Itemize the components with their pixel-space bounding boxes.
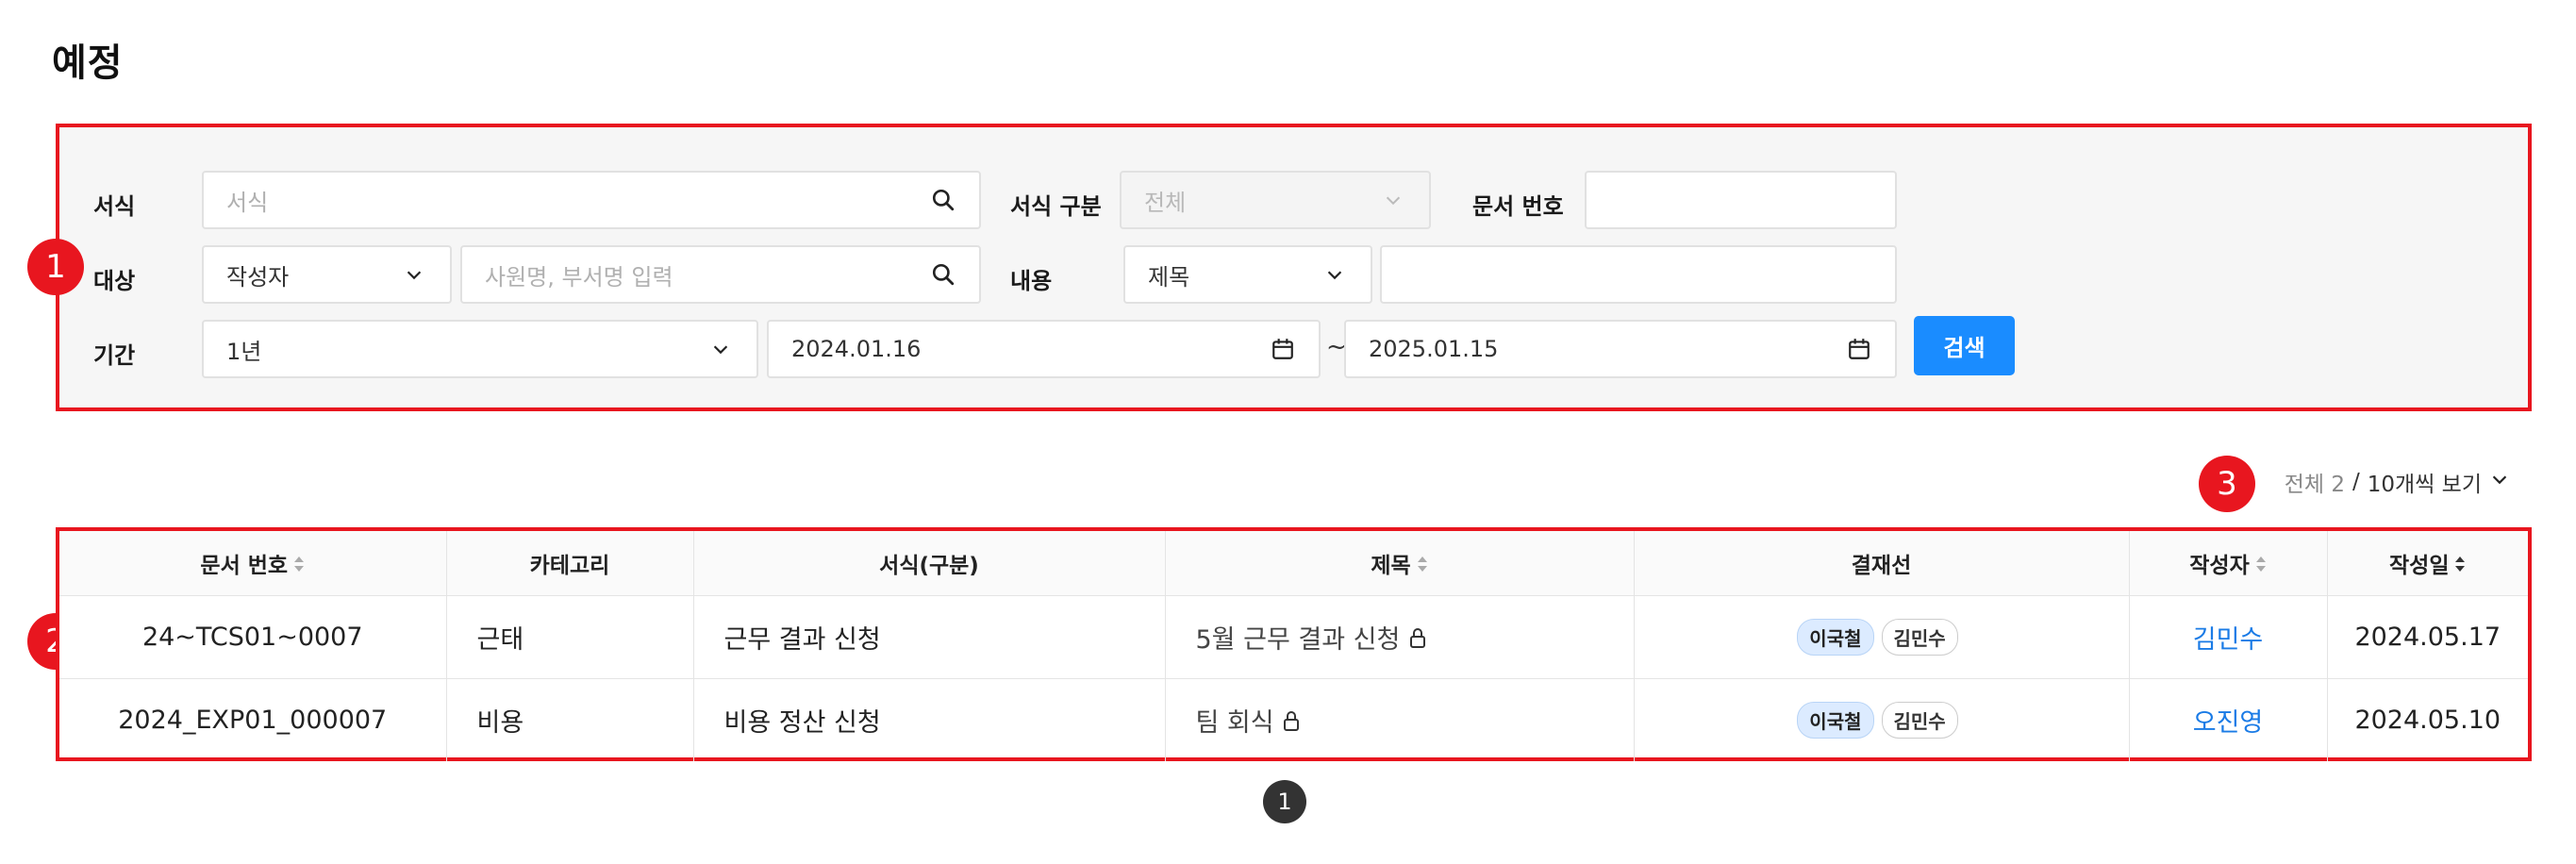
- chevron-down-icon: [707, 336, 734, 362]
- cell-date: 2024.05.17: [2327, 595, 2528, 679]
- cell-title[interactable]: 5월 근무 결과 신청: [1165, 595, 1635, 679]
- form-type-label: 서식 구분: [1010, 193, 1102, 220]
- annotation-badge-3: 3: [2199, 456, 2255, 512]
- table-header-row: 문서 번호 카테고리 서식(구분) 제목 결재선 작성자 작성일: [59, 531, 2528, 596]
- search-button[interactable]: 검색: [1914, 316, 2015, 375]
- pagination-page-button[interactable]: 1: [1263, 780, 1306, 823]
- search-icon[interactable]: [930, 261, 956, 288]
- document-table-container: 문서 번호 카테고리 서식(구분) 제목 결재선 작성자 작성일 24~TCS0…: [56, 527, 2532, 761]
- form-type-value: 전체: [1144, 189, 1187, 216]
- col-header-doc-number-label: 문서 번호: [200, 553, 289, 578]
- approver-chip: 김민수: [1881, 618, 1958, 656]
- col-header-form: 서식(구분): [693, 531, 1166, 596]
- cell-approval-line: 이국철 김민수: [1634, 595, 2130, 679]
- per-page-select[interactable]: 10개씩 보기: [2368, 466, 2482, 498]
- cell-approval-line: 이국철 김민수: [1634, 678, 2130, 761]
- table-row[interactable]: 2024_EXP01_000007 비용 비용 정산 신청 팀 회식 이국철 김민…: [59, 678, 2528, 761]
- col-header-author[interactable]: 작성자: [2129, 531, 2328, 596]
- cell-form: 근무 결과 신청: [693, 595, 1166, 679]
- chevron-down-icon: [1380, 187, 1406, 213]
- summary-separator: /: [2352, 470, 2360, 494]
- start-date-input[interactable]: 2024.01.16: [767, 320, 1321, 378]
- cell-author[interactable]: 오진영: [2129, 678, 2328, 761]
- target-value: 작성자: [226, 263, 290, 291]
- page-title: 예정: [52, 42, 124, 85]
- target-select[interactable]: 작성자: [202, 245, 452, 304]
- cell-doc-number: 2024_EXP01_000007: [59, 678, 447, 761]
- target-label: 대상: [93, 268, 136, 294]
- cell-category: 근태: [446, 595, 694, 679]
- lock-icon: [1408, 625, 1427, 655]
- annotation-badge-1: 1: [27, 239, 84, 295]
- period-label: 기간: [93, 342, 136, 369]
- approver-chip: 이국철: [1797, 701, 1874, 739]
- col-header-title-label: 제목: [1371, 553, 1411, 578]
- col-header-date-label: 작성일: [2389, 553, 2450, 578]
- doc-number-label: 문서 번호: [1472, 193, 1564, 220]
- col-header-category: 카테고리: [446, 531, 694, 596]
- period-value: 1년: [226, 338, 262, 365]
- form-search-input[interactable]: 서식: [202, 171, 981, 229]
- content-input[interactable]: [1380, 245, 1897, 304]
- cell-title[interactable]: 팀 회식: [1165, 678, 1635, 761]
- calendar-icon[interactable]: [1846, 336, 1872, 362]
- content-value: 제목: [1148, 263, 1190, 291]
- cell-title-text[interactable]: 5월 근무 결과 신청: [1196, 625, 1401, 655]
- form-label: 서식: [93, 193, 136, 220]
- doc-number-input[interactable]: [1585, 171, 1897, 229]
- approver-chip: 김민수: [1881, 701, 1958, 739]
- calendar-icon[interactable]: [1270, 336, 1296, 362]
- search-icon[interactable]: [930, 187, 956, 213]
- end-date-value: 2025.01.15: [1369, 336, 1499, 362]
- list-summary[interactable]: 전체 2 / 10개씩 보기: [2285, 466, 2510, 498]
- form-type-select: 전체: [1120, 171, 1431, 229]
- col-header-author-label: 작성자: [2189, 553, 2250, 578]
- sort-icon[interactable]: [293, 554, 305, 578]
- search-panel: 서식 서식 서식 구분 전체 문서 번호 대상 작성자 사원명, 부서명 입력 …: [56, 124, 2532, 411]
- start-date-value: 2024.01.16: [791, 336, 922, 362]
- col-header-title[interactable]: 제목: [1165, 531, 1635, 596]
- form-placeholder: 서식: [226, 189, 269, 216]
- content-select[interactable]: 제목: [1123, 245, 1372, 304]
- cell-title-text[interactable]: 팀 회식: [1196, 708, 1274, 738]
- col-header-doc-number[interactable]: 문서 번호: [59, 531, 447, 596]
- approver-chip: 이국철: [1797, 618, 1874, 656]
- col-header-approval-line: 결재선: [1634, 531, 2130, 596]
- cell-category: 비용: [446, 678, 694, 761]
- document-table: 문서 번호 카테고리 서식(구분) 제목 결재선 작성자 작성일 24~TCS0…: [59, 531, 2528, 761]
- employee-search-input[interactable]: 사원명, 부서명 입력: [460, 245, 981, 304]
- period-select[interactable]: 1년: [202, 320, 758, 378]
- lock-icon: [1282, 708, 1301, 738]
- sort-icon[interactable]: [1417, 554, 1428, 578]
- table-row[interactable]: 24~TCS01~0007 근태 근무 결과 신청 5월 근무 결과 신청 이국…: [59, 595, 2528, 679]
- chevron-down-icon: [1321, 261, 1348, 288]
- sort-icon[interactable]: [2255, 554, 2267, 578]
- end-date-input[interactable]: 2025.01.15: [1344, 320, 1897, 378]
- cell-date: 2024.05.10: [2354, 705, 2501, 735]
- chevron-down-icon[interactable]: [2489, 469, 2510, 495]
- col-header-date[interactable]: 작성일: [2327, 531, 2528, 596]
- cell-author[interactable]: 김민수: [2129, 595, 2328, 679]
- employee-search-placeholder: 사원명, 부서명 입력: [485, 263, 673, 291]
- sort-desc-icon[interactable]: [2454, 554, 2466, 578]
- cell-form: 비용 정산 신청: [693, 678, 1166, 761]
- cell-doc-number: 24~TCS01~0007: [59, 595, 447, 679]
- content-label: 내용: [1010, 268, 1053, 294]
- chevron-down-icon: [401, 261, 427, 288]
- total-count: 전체 2: [2284, 473, 2346, 497]
